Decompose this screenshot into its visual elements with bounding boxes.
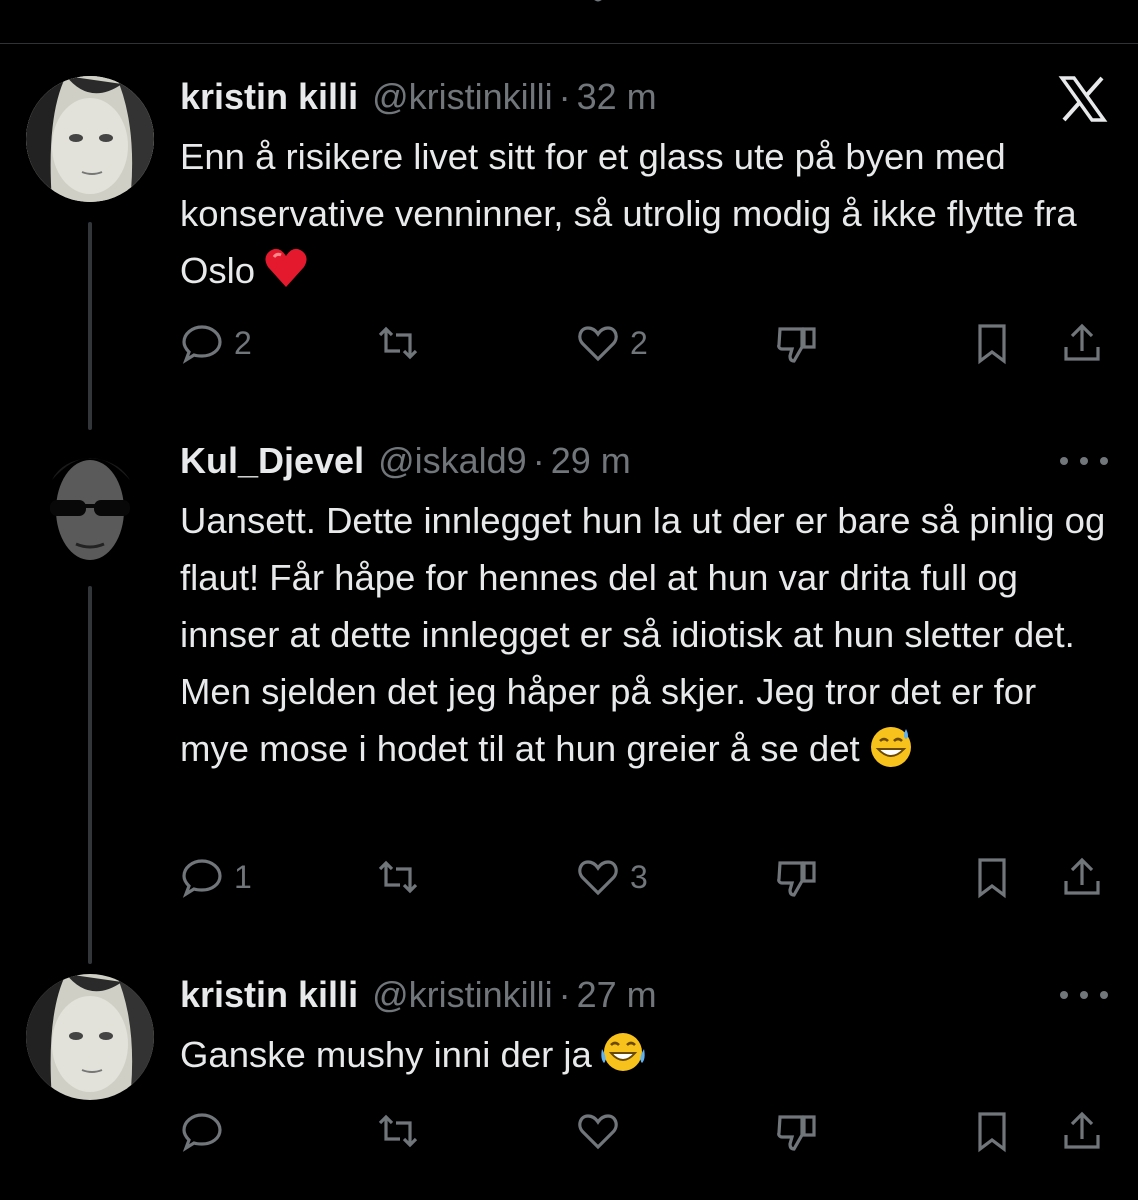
avatar[interactable] <box>26 76 154 202</box>
reply-button[interactable]: 2 <box>180 318 252 368</box>
thread-line <box>88 586 92 964</box>
repost-button[interactable] <box>376 1106 430 1156</box>
repost-button[interactable] <box>376 318 430 368</box>
timestamp[interactable]: 29 m <box>551 440 631 482</box>
share-button[interactable] <box>1060 318 1104 368</box>
x-logo-icon[interactable] <box>1058 74 1108 124</box>
author-name[interactable]: kristin killi <box>180 76 358 118</box>
reply-icon <box>180 1109 224 1153</box>
tweet-header: kristin killi @kristinkilli · 27 m <box>180 974 657 1020</box>
like-icon <box>576 321 620 365</box>
like-icon[interactable] <box>580 0 616 6</box>
bookmark-button[interactable] <box>970 852 1014 902</box>
tweet-actions: 2 2 <box>180 318 1110 368</box>
tweet-text-content: Ganske mushy inni der ja <box>180 1034 592 1075</box>
thumbs-down-icon <box>774 855 818 899</box>
share-button[interactable] <box>1060 1106 1104 1156</box>
repost-icon[interactable] <box>380 0 416 6</box>
share-icon <box>1060 321 1104 365</box>
like-button[interactable]: 3 <box>576 852 648 902</box>
share-icon <box>1060 1109 1104 1153</box>
repost-button[interactable] <box>376 852 430 902</box>
timestamp[interactable]: 27 m <box>577 974 657 1016</box>
thread-line <box>88 222 92 430</box>
reply-count: 1 <box>234 858 252 895</box>
tweet-text: Enn å risikere livet sitt for et glass u… <box>180 128 1110 299</box>
like-icon <box>576 855 620 899</box>
bookmark-button[interactable] <box>970 318 1014 368</box>
dislike-button[interactable] <box>774 1106 818 1156</box>
tweet-actions: 1 3 <box>180 852 1110 902</box>
tweet-header: kristin killi @kristinkilli · 32 m <box>180 76 657 122</box>
author-handle[interactable]: @iskald9 <box>378 440 527 482</box>
reply-button[interactable] <box>180 1106 234 1156</box>
avatar[interactable] <box>26 974 154 1100</box>
share-icon <box>1060 855 1104 899</box>
author-name[interactable]: Kul_Djevel <box>180 440 364 482</box>
like-button[interactable] <box>576 1106 630 1156</box>
like-count: 3 <box>630 858 648 895</box>
tears-of-joy-emoji-icon <box>600 1029 646 1075</box>
dislike-icon[interactable] <box>816 0 852 6</box>
like-icon <box>576 1109 620 1153</box>
repost-icon <box>376 1109 420 1153</box>
like-count: 2 <box>630 324 648 361</box>
red-heart-icon <box>263 245 309 291</box>
timestamp[interactable]: 32 m <box>577 76 657 118</box>
tweet-text-content: Enn å risikere livet sitt for et glass u… <box>180 136 1077 291</box>
more-options-button[interactable] <box>1060 446 1108 476</box>
tweet-text: Ganske mushy inni der ja <box>180 1026 1110 1083</box>
reply-button[interactable]: 1 <box>180 852 252 902</box>
reply-icon[interactable] <box>36 0 72 6</box>
bookmark-icon <box>970 1109 1014 1153</box>
author-handle[interactable]: @kristinkilli <box>372 974 553 1016</box>
grinning-sweat-emoji-icon <box>868 723 914 769</box>
author-handle[interactable]: @kristinkilli <box>372 76 553 118</box>
tweet-actions <box>180 1106 1110 1156</box>
bookmark-button[interactable] <box>970 1106 1014 1156</box>
avatar[interactable] <box>26 440 154 566</box>
repost-icon <box>376 855 420 899</box>
separator: · <box>558 76 571 117</box>
previous-tweet-actions-strip <box>0 0 1138 44</box>
tweet-text: Uansett. Dette innlegget hun la ut der e… <box>180 492 1110 777</box>
more-options-button[interactable] <box>1060 980 1108 1010</box>
share-button[interactable] <box>1060 852 1104 902</box>
thumbs-down-icon <box>774 1109 818 1153</box>
repost-icon <box>376 321 420 365</box>
like-button[interactable]: 2 <box>576 318 648 368</box>
bookmark-icon <box>970 321 1014 365</box>
separator: · <box>558 974 571 1015</box>
author-name[interactable]: kristin killi <box>180 974 358 1016</box>
reply-icon <box>180 321 224 365</box>
reply-count: 2 <box>234 324 252 361</box>
thumbs-down-icon <box>774 321 818 365</box>
dislike-button[interactable] <box>774 318 818 368</box>
reply-icon <box>180 855 224 899</box>
tweet-header: Kul_Djevel @iskald9 · 29 m <box>180 440 631 486</box>
dislike-button[interactable] <box>774 852 818 902</box>
separator: · <box>532 440 545 481</box>
bookmark-icon <box>970 855 1014 899</box>
tweet-text-content: Uansett. Dette innlegget hun la ut der e… <box>180 500 1106 769</box>
